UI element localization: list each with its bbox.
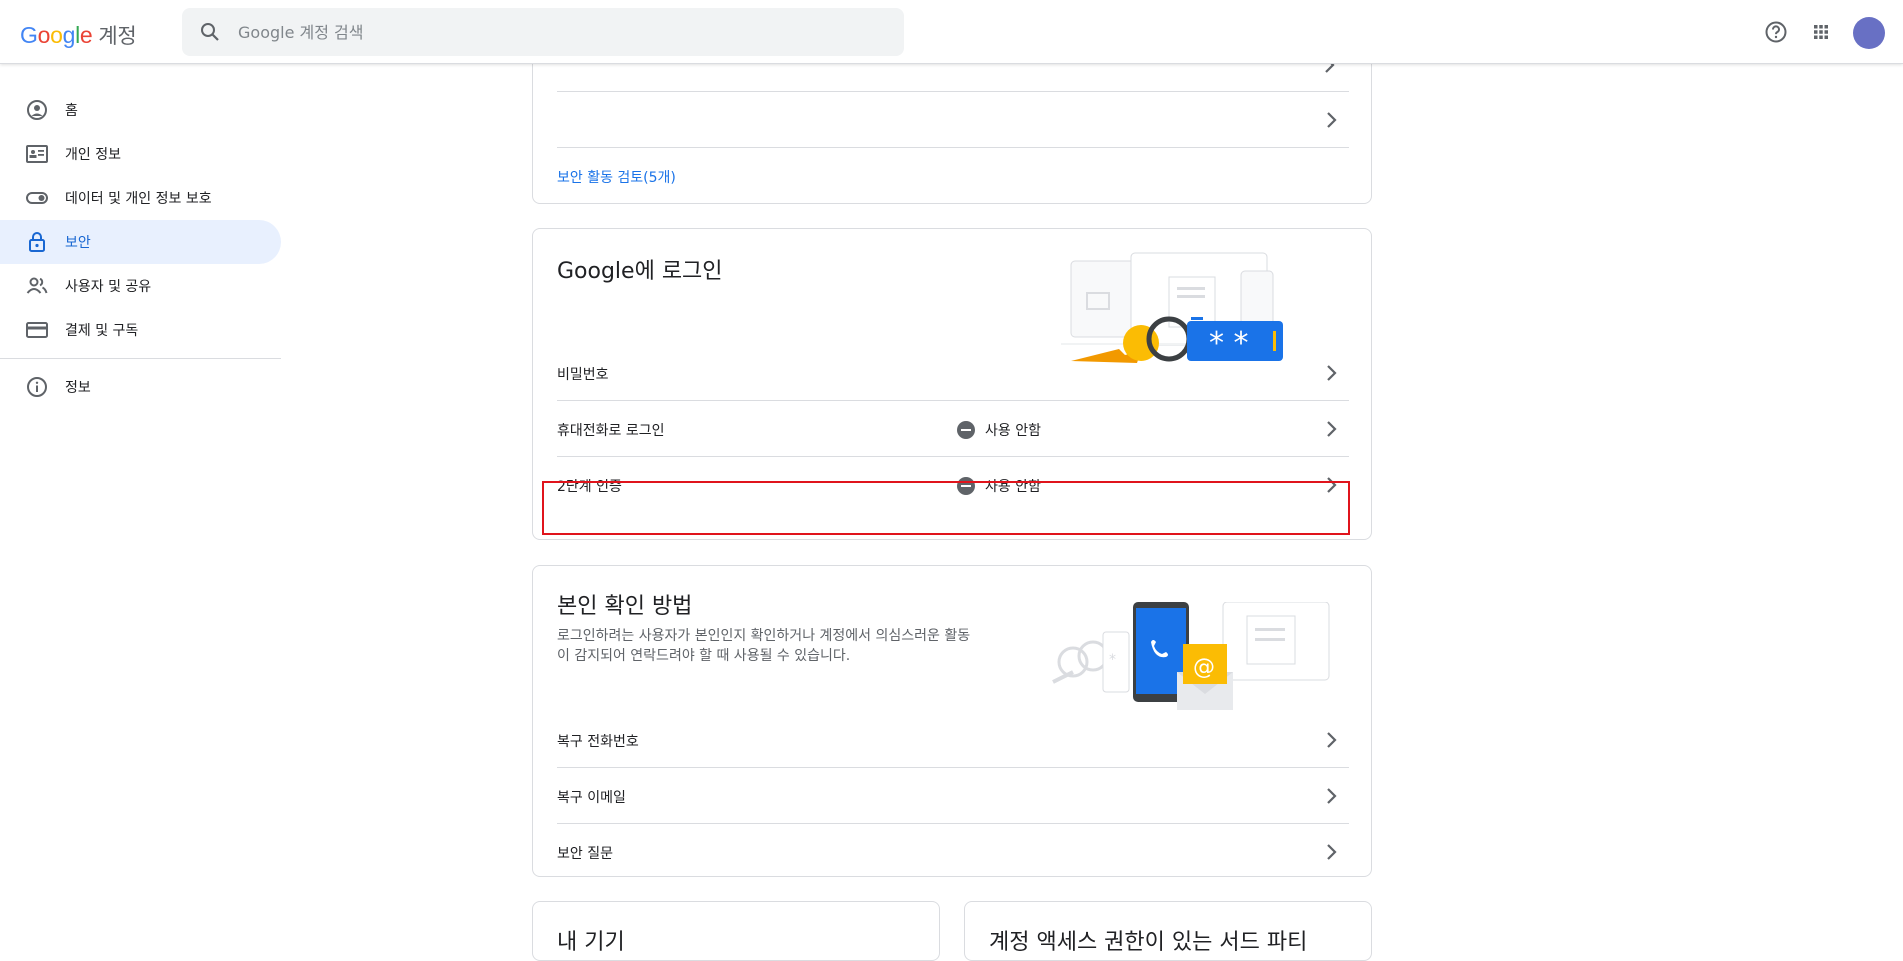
- status-text: 사용 안함: [985, 423, 1041, 439]
- sidebar-divider: [0, 358, 281, 359]
- logo-letter: G: [20, 22, 38, 48]
- your-devices-title: 내 기기: [557, 930, 625, 955]
- chevron-right-icon: [1327, 732, 1337, 748]
- toggle-icon: [26, 192, 48, 204]
- info-icon: [27, 377, 47, 397]
- disabled-icon: [957, 421, 975, 439]
- third-party-access-title: 계정 액세스 권한이 있는 서드 파티: [989, 930, 1308, 955]
- password-row[interactable]: 비밀번호: [557, 345, 1349, 401]
- row-label: 복구 전화번호: [557, 734, 639, 750]
- verify-illustration-icon: * @: [1052, 602, 1330, 710]
- verify-title: 본인 확인 방법: [557, 594, 693, 619]
- sidebar-item-payments[interactable]: 결제 및 구독: [0, 308, 281, 352]
- sidebar-item-label: 홈: [65, 103, 78, 119]
- badge-icon: [26, 145, 48, 163]
- row-label: 휴대전화로 로그인: [557, 423, 665, 439]
- top-bar: Google 계정: [0, 0, 1903, 64]
- sidebar-item-label: 보안: [65, 235, 91, 251]
- logo-suffix: 계정: [98, 24, 137, 48]
- sidebar-item-label: 사용자 및 공유: [65, 279, 152, 295]
- account-circle-icon: [27, 100, 47, 120]
- third-party-access-card[interactable]: 계정 액세스 권한이 있는 서드 파티: [964, 901, 1372, 961]
- status-badge: 사용 안함: [957, 476, 1041, 496]
- two-step-verification-row[interactable]: 2단계 인증 사용 안함: [557, 457, 1349, 513]
- sidebar-item-people-sharing[interactable]: 사용자 및 공유: [0, 264, 281, 308]
- disabled-icon: [957, 477, 975, 495]
- row-label: 비밀번호: [557, 367, 609, 383]
- logo-letter: o: [50, 22, 63, 48]
- chevron-right-icon: [1327, 477, 1337, 493]
- apps-grid-icon[interactable]: [1807, 18, 1835, 46]
- logo-letter: o: [37, 22, 51, 48]
- search-input[interactable]: [238, 8, 878, 56]
- sidebar-item-data-privacy[interactable]: 데이터 및 개인 정보 보호: [0, 176, 281, 220]
- status-text: 사용 안함: [985, 479, 1041, 495]
- signin-card: Google에 로그인 * * 비밀번호 휴대전화로 로그인 사용 안함 2단계…: [532, 228, 1372, 540]
- sidebar-item-security[interactable]: 보안: [0, 220, 281, 264]
- chevron-right-icon: [1327, 788, 1337, 804]
- svg-text:@: @: [1193, 655, 1215, 680]
- row-label: 보안 질문: [557, 846, 613, 862]
- help-icon[interactable]: [1762, 18, 1790, 46]
- sidebar-item-label: 결제 및 구독: [65, 323, 139, 339]
- credit-card-icon: [26, 322, 48, 338]
- svg-text:*: *: [1109, 652, 1116, 668]
- sidebar-item-personal-info[interactable]: 개인 정보: [0, 132, 281, 176]
- sidebar-item-home[interactable]: 홈: [0, 88, 281, 132]
- logo-letter: g: [62, 22, 76, 48]
- search-bar[interactable]: [182, 8, 904, 56]
- avatar[interactable]: [1853, 17, 1885, 49]
- chevron-right-icon: [1327, 844, 1337, 860]
- sidebar-item-label: 데이터 및 개인 정보 보호: [65, 191, 212, 207]
- security-activity-card: 보안 활동 검토(5개): [532, 40, 1372, 204]
- activity-row[interactable]: [557, 92, 1349, 148]
- your-devices-card[interactable]: 내 기기: [532, 901, 940, 961]
- chevron-right-icon: [1327, 421, 1337, 437]
- phone-signin-row[interactable]: 휴대전화로 로그인 사용 안함: [557, 401, 1349, 457]
- status-badge: 사용 안함: [957, 420, 1041, 440]
- recovery-email-row[interactable]: 복구 이메일: [557, 768, 1349, 824]
- verify-description: 로그인하려는 사용자가 본인인지 확인하거나 계정에서 의심스러운 활동 이 감…: [557, 626, 1027, 666]
- recovery-phone-row[interactable]: 복구 전화번호: [557, 712, 1349, 768]
- chevron-right-icon: [1327, 112, 1337, 128]
- verify-methods-card: 본인 확인 방법 로그인하려는 사용자가 본인인지 확인하거나 계정에서 의심스…: [532, 565, 1372, 877]
- verify-description-line: 이 감지되어 연락드려야 할 때 사용될 수 있습니다.: [557, 648, 851, 664]
- sidebar-nav: 홈 개인 정보 데이터 및 개인 정보 보호 보안 사용자 및 공유 결제 및 …: [0, 88, 281, 409]
- sidebar-item-label: 개인 정보: [65, 147, 121, 163]
- verify-description-line: 로그인하려는 사용자가 본인인지 확인하거나 계정에서 의심스러운 활동: [557, 628, 971, 644]
- search-icon[interactable]: [198, 20, 222, 44]
- lock-icon: [29, 232, 45, 252]
- people-icon: [26, 277, 48, 294]
- review-security-activity-link[interactable]: 보안 활동 검토(5개): [557, 167, 676, 187]
- sidebar-item-label: 정보: [65, 380, 91, 396]
- google-account-logo[interactable]: Google 계정: [20, 20, 137, 50]
- logo-letter: e: [79, 22, 93, 48]
- signin-title: Google에 로그인: [557, 259, 723, 284]
- sidebar-item-about[interactable]: 정보: [0, 365, 281, 409]
- security-question-row[interactable]: 보안 질문: [557, 824, 1349, 880]
- row-label: 복구 이메일: [557, 790, 626, 806]
- chevron-right-icon: [1327, 365, 1337, 381]
- row-label: 2단계 인증: [557, 479, 622, 495]
